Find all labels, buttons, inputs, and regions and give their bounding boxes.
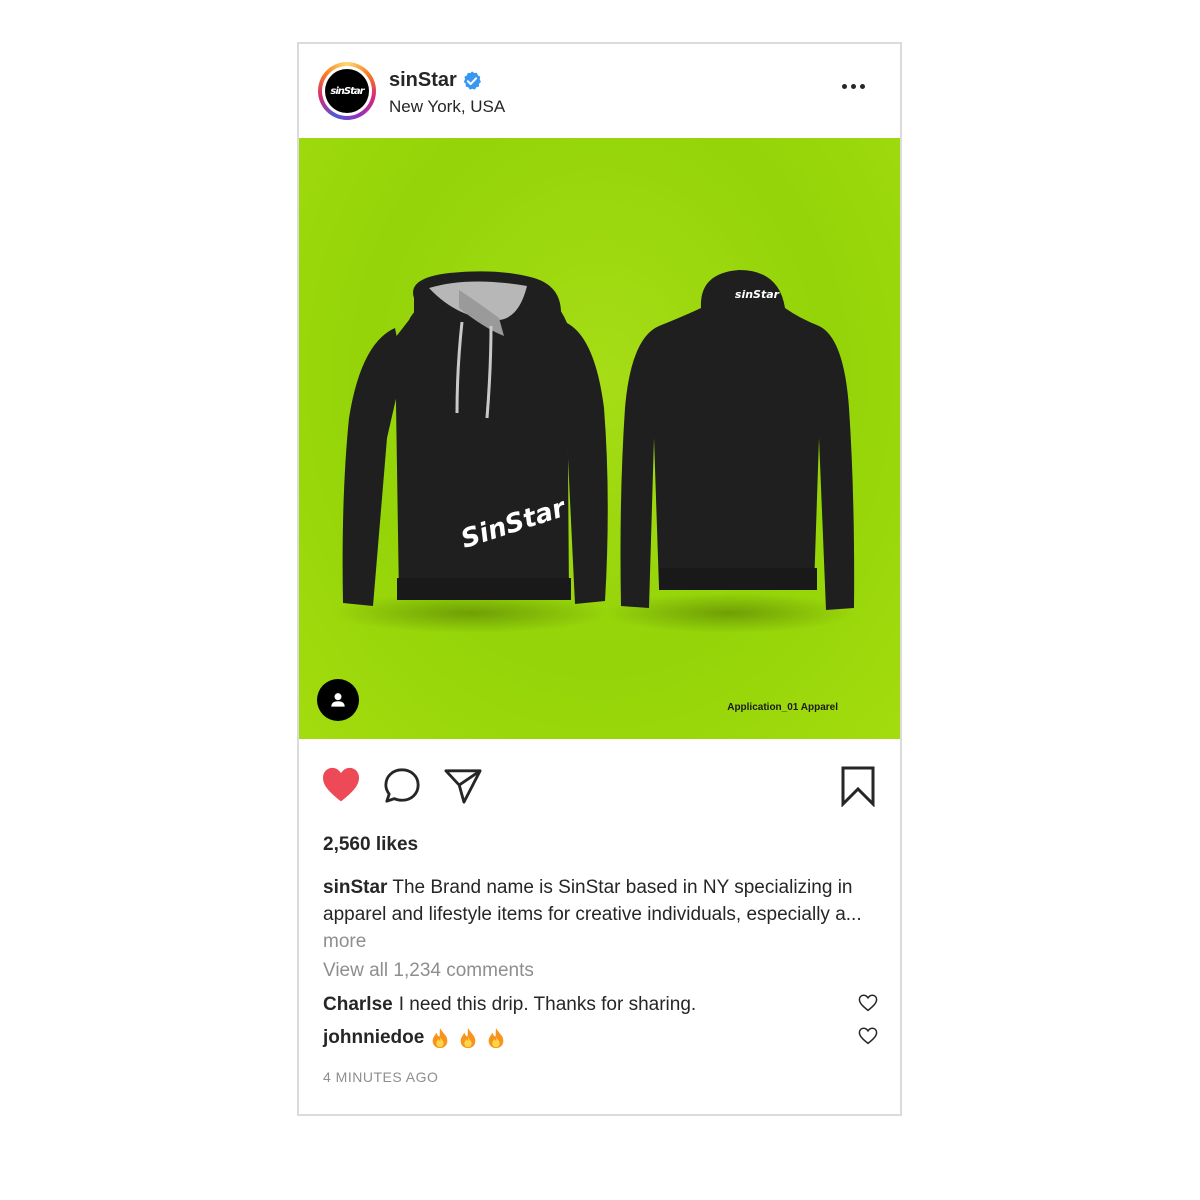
back-hoodie <box>620 270 855 610</box>
comment-row: johnniedoe <box>323 1027 514 1049</box>
comment-bubble-icon[interactable] <box>383 767 421 805</box>
view-all-comments-link[interactable]: View all 1,234 comments <box>323 960 534 982</box>
comment-username[interactable]: Charlse <box>323 994 393 1016</box>
front-hoodie <box>342 271 608 606</box>
fire-emoji-icon <box>460 1027 476 1049</box>
post-timestamp[interactable]: 4 MINUTES AGO <box>323 1069 438 1085</box>
caption-text: The Brand name is SinStar based in NY sp… <box>323 877 862 925</box>
avatar-logo: sinStar <box>325 69 369 113</box>
comment-like-heart-icon[interactable] <box>858 994 878 1012</box>
fire-emoji-icon <box>488 1027 504 1049</box>
comment-like-heart-icon[interactable] <box>858 1027 878 1045</box>
comment-row: Charlse I need this drip. Thanks for sha… <box>323 994 696 1016</box>
post-header: sinStar sinStar New York, USA <box>299 44 900 138</box>
likes-count[interactable]: 2,560 likes <box>323 834 418 856</box>
save-bookmark-icon[interactable] <box>839 765 877 807</box>
hoodies-illustration: SinStar sinStar <box>331 270 855 633</box>
more-options-icon[interactable] <box>842 81 870 91</box>
post-image[interactable]: SinStar sinStar Application_01 Apparel <box>299 138 900 739</box>
comment-text: I need this drip. Thanks for sharing. <box>398 994 697 1015</box>
comment-username[interactable]: johnniedoe <box>323 1027 424 1049</box>
caption-more-link[interactable]: more <box>323 931 366 952</box>
image-watermark-caption: Application_01 Apparel <box>727 702 838 713</box>
post-card: sinStar sinStar New York, USA SinStar si… <box>297 42 902 1116</box>
user-tag-icon[interactable] <box>317 679 359 721</box>
share-paper-plane-icon[interactable] <box>443 767 483 805</box>
username[interactable]: sinStar <box>389 69 457 92</box>
back-hoodie-logo: sinStar <box>735 288 780 301</box>
avatar[interactable]: sinStar <box>318 62 376 120</box>
action-bar <box>299 763 900 813</box>
post-location[interactable]: New York, USA <box>389 97 505 117</box>
like-heart-icon[interactable] <box>321 767 361 803</box>
verified-badge-icon <box>463 70 481 90</box>
fire-emoji-icon <box>432 1027 448 1049</box>
post-caption: sinStar The Brand name is SinStar based … <box>323 874 883 955</box>
caption-username[interactable]: sinStar <box>323 877 387 898</box>
